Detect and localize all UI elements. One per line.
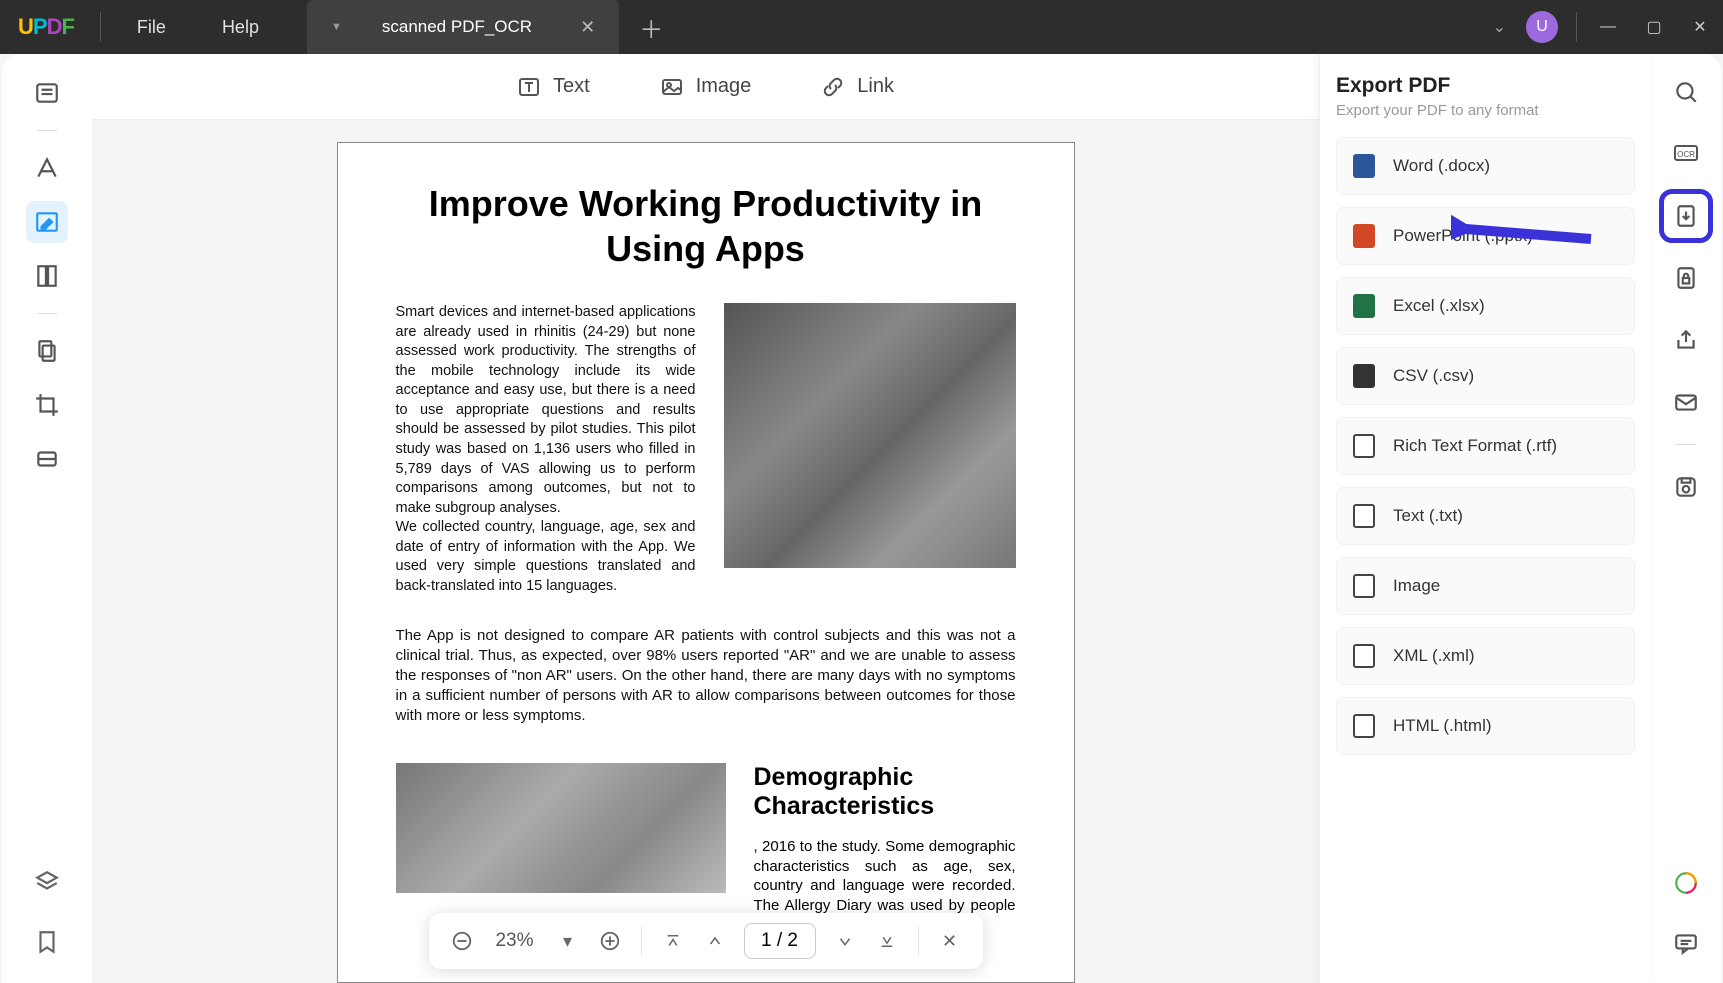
last-page-button[interactable] (870, 924, 904, 958)
ocr-button[interactable]: OCR (1666, 134, 1706, 174)
export-pdf-button[interactable] (1666, 196, 1706, 236)
comment-button[interactable] (1666, 923, 1706, 963)
page-title: Improve Working Productivity in Using Ap… (396, 181, 1016, 271)
page-navigation-bar: 23% ▾ 1 / 2 ✕ (429, 913, 983, 969)
bookmark-icon[interactable] (26, 921, 68, 963)
edit-text-button[interactable]: Text (517, 75, 590, 99)
body-paragraph-2: The App is not designed to compare AR pa… (396, 626, 1016, 725)
tab-title: scanned PDF_OCR (372, 17, 542, 37)
zoom-out-button[interactable] (445, 924, 479, 958)
chevron-down-icon[interactable]: ⌄ (1483, 17, 1516, 37)
redact-tool[interactable] (26, 438, 68, 480)
export-excel[interactable]: Excel (.xlsx) (1336, 277, 1635, 335)
close-nav-button[interactable]: ✕ (933, 924, 967, 958)
export-rtf[interactable]: Rich Text Format (.rtf) (1336, 417, 1635, 475)
edit-image-button[interactable]: Image (660, 75, 752, 99)
export-powerpoint[interactable]: PowerPoint (.pptx) (1336, 207, 1635, 265)
email-button[interactable] (1666, 382, 1706, 422)
text-icon (517, 75, 541, 99)
html-icon (1353, 714, 1375, 738)
edit-toolbar: Text Image Link (92, 54, 1319, 120)
first-page-button[interactable] (656, 924, 690, 958)
txt-icon (1353, 504, 1375, 528)
zoom-dropdown-icon[interactable]: ▾ (551, 924, 585, 958)
add-tab-icon[interactable]: ＋ (639, 10, 663, 45)
export-html[interactable]: HTML (.html) (1336, 697, 1635, 755)
export-xml[interactable]: XML (.xml) (1336, 627, 1635, 685)
export-csv[interactable]: CSV (.csv) (1336, 347, 1635, 405)
tab-close-icon[interactable]: ✕ (572, 17, 603, 38)
export-txt[interactable]: Text (.txt) (1336, 487, 1635, 545)
svg-text:OCR: OCR (1677, 150, 1695, 159)
document-tab[interactable]: ▼ scanned PDF_OCR ✕ (307, 0, 619, 54)
link-icon (821, 75, 845, 99)
image-file-icon (1353, 574, 1375, 598)
word-icon (1353, 154, 1375, 178)
organize-tool[interactable] (26, 330, 68, 372)
crop-tool[interactable] (26, 384, 68, 426)
page-input[interactable]: 1 / 2 (744, 923, 816, 959)
search-button[interactable] (1666, 72, 1706, 112)
export-title: Export PDF (1336, 74, 1635, 98)
app-logo: UPDF (0, 14, 92, 40)
export-subtitle: Export your PDF to any format (1336, 102, 1635, 119)
edit-link-button[interactable]: Link (821, 75, 894, 99)
next-page-button[interactable] (828, 924, 862, 958)
powerpoint-icon (1353, 224, 1375, 248)
body-paragraph-1: Smart devices and internet-based applica… (396, 303, 696, 596)
article-image-1 (724, 303, 1016, 568)
zoom-in-button[interactable] (593, 924, 627, 958)
window-minimize-icon[interactable]: — (1585, 18, 1631, 36)
layers-icon[interactable] (26, 861, 68, 903)
titlebar: UPDF File Help ▼ scanned PDF_OCR ✕ ＋ ⌄ U… (0, 0, 1723, 54)
tab-dropdown-icon[interactable]: ▼ (331, 21, 342, 33)
ai-button[interactable] (1666, 863, 1706, 903)
article-image-2 (396, 763, 726, 893)
share-button[interactable] (1666, 320, 1706, 360)
export-panel: Export PDF Export your PDF to any format… (1319, 54, 1651, 983)
export-image[interactable]: Image (1336, 557, 1635, 615)
rtf-icon (1353, 434, 1375, 458)
prev-page-button[interactable] (698, 924, 732, 958)
excel-icon (1353, 294, 1375, 318)
menu-help[interactable]: Help (194, 17, 287, 38)
right-sidebar: OCR (1651, 54, 1721, 983)
protect-button[interactable] (1666, 258, 1706, 298)
csv-icon (1353, 364, 1375, 388)
document-area: Text Image Link Improve Working Producti… (92, 54, 1319, 983)
save-button[interactable] (1666, 467, 1706, 507)
window-close-icon[interactable]: ✕ (1677, 17, 1723, 37)
image-icon (660, 75, 684, 99)
highlight-tool[interactable] (26, 147, 68, 189)
window-maximize-icon[interactable]: ▢ (1631, 17, 1677, 37)
pdf-page: Improve Working Productivity in Using Ap… (337, 142, 1075, 983)
section-heading: Demographic Characteristics (754, 763, 1016, 821)
document-viewport[interactable]: Improve Working Productivity in Using Ap… (92, 120, 1319, 983)
export-word[interactable]: Word (.docx) (1336, 137, 1635, 195)
user-avatar[interactable]: U (1526, 11, 1558, 43)
zoom-value: 23% (487, 930, 543, 952)
edit-tool[interactable] (26, 201, 68, 243)
menu-file[interactable]: File (109, 17, 194, 38)
left-sidebar (2, 54, 92, 983)
reader-tool[interactable] (26, 72, 68, 114)
xml-icon (1353, 644, 1375, 668)
page-tool[interactable] (26, 255, 68, 297)
